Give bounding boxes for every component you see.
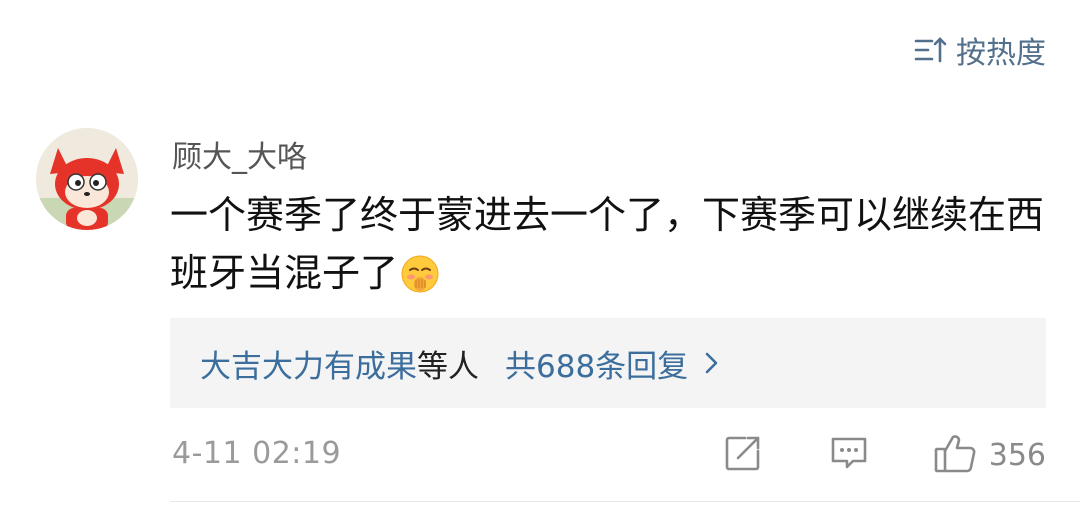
comment-actions: 356 — [723, 432, 1046, 478]
fox-avatar-image — [36, 128, 138, 230]
share-button[interactable] — [723, 433, 763, 477]
like-button[interactable]: 356 — [933, 432, 1046, 478]
reply-suffix: 等人 — [417, 348, 479, 385]
divider — [170, 501, 1080, 502]
sort-by-hot-button[interactable]: 按热度 — [914, 28, 1046, 72]
comment-timestamp: 4-11 02:19 — [172, 436, 342, 471]
like-count: 356 — [988, 437, 1046, 473]
shy-face-emoji-icon — [400, 252, 440, 310]
thumbs-up-icon — [933, 432, 977, 478]
chevron-right-icon — [704, 350, 720, 376]
sort-label: 按热度 — [956, 36, 1046, 71]
avatar[interactable] — [36, 128, 138, 230]
replies-preview[interactable]: 大吉大力有成果 等人 共688条回复 — [170, 318, 1046, 408]
comment-body: 一个赛季了终于蒙进去一个了，下赛季可以继续在西班牙当混子了 — [170, 186, 1050, 310]
reply-count-link[interactable]: 共688条回复 — [505, 341, 688, 386]
share-icon — [723, 433, 763, 477]
comment-text: 一个赛季了终于蒙进去一个了，下赛季可以继续在西班牙当混子了 — [170, 193, 1045, 295]
reply-button[interactable] — [829, 433, 869, 477]
sort-icon — [914, 35, 948, 65]
username[interactable]: 顾大_大咯 — [172, 132, 307, 176]
comment-icon — [829, 433, 869, 477]
reply-user-names[interactable]: 大吉大力有成果 — [200, 341, 417, 386]
